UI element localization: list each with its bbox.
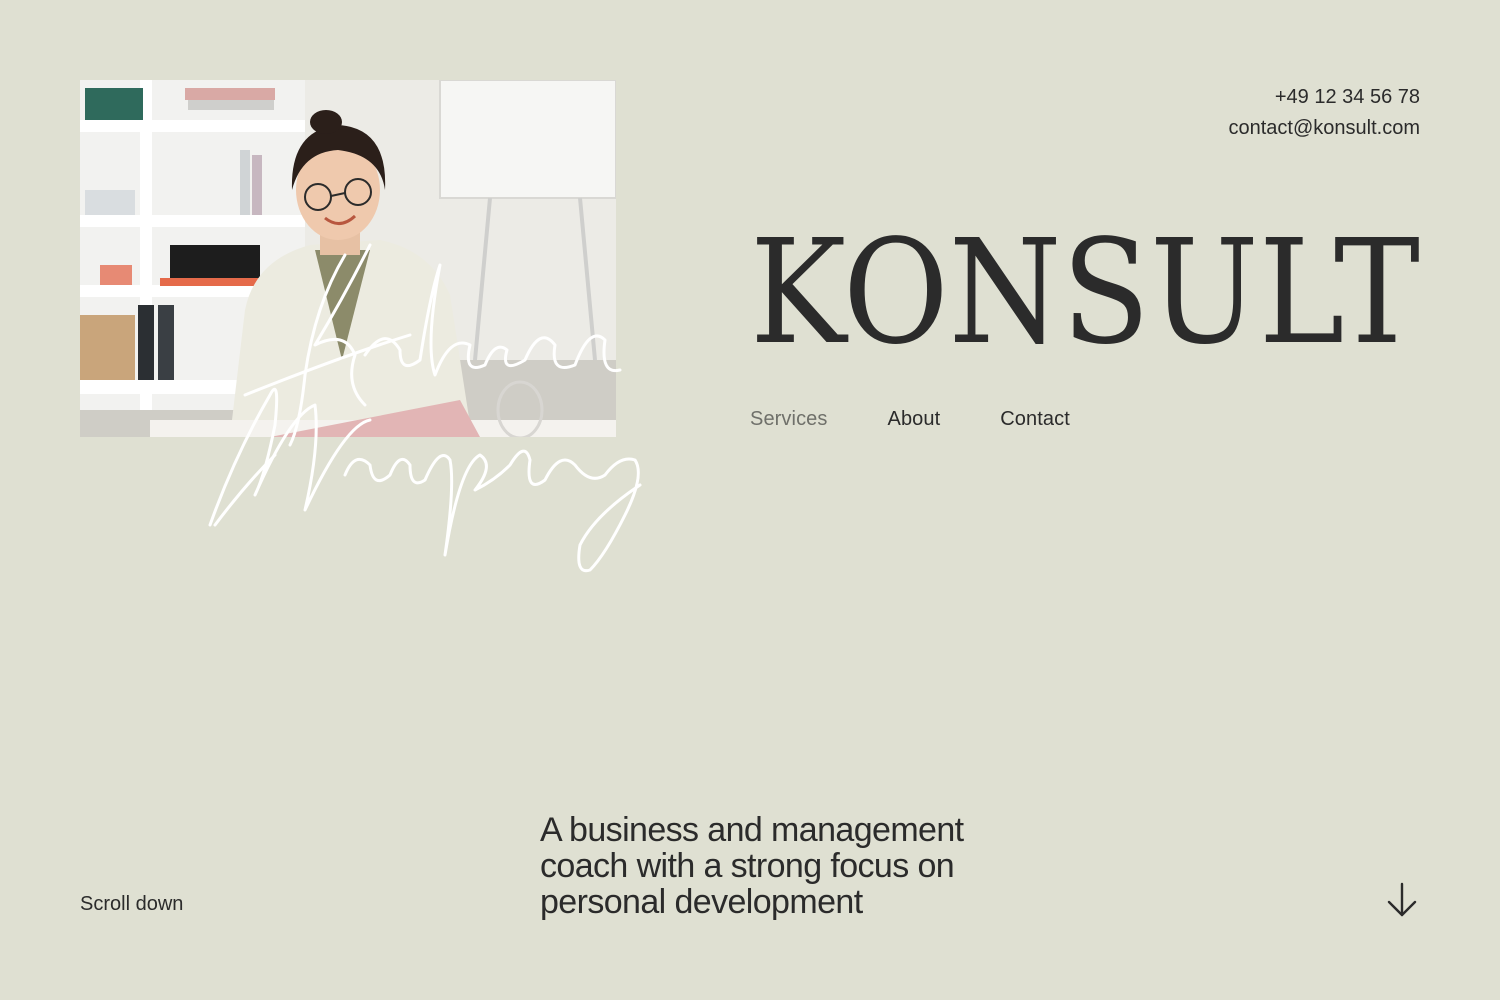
main-nav: Services About Contact [750, 408, 1070, 431]
logo-text: KONSULT [750, 226, 1420, 348]
nav-item-services[interactable]: Services [750, 408, 828, 431]
hero-photo [80, 80, 616, 437]
page: +49 12 34 56 78 contact@konsult.com KONS… [0, 0, 1500, 1000]
contact-info: +49 12 34 56 78 contact@konsult.com [1229, 82, 1421, 144]
nav-item-about[interactable]: About [888, 408, 941, 431]
arrow-down-icon[interactable] [1386, 882, 1418, 918]
phone-link[interactable]: +49 12 34 56 78 [1229, 82, 1420, 113]
email-link[interactable]: contact@konsult.com [1229, 113, 1421, 144]
scroll-down-label[interactable]: Scroll down [80, 893, 183, 916]
hero-tagline: A business and management coach with a s… [540, 811, 964, 921]
nav-item-contact[interactable]: Contact [1000, 408, 1070, 431]
brand-logo[interactable]: KONSULT [750, 208, 1422, 376]
